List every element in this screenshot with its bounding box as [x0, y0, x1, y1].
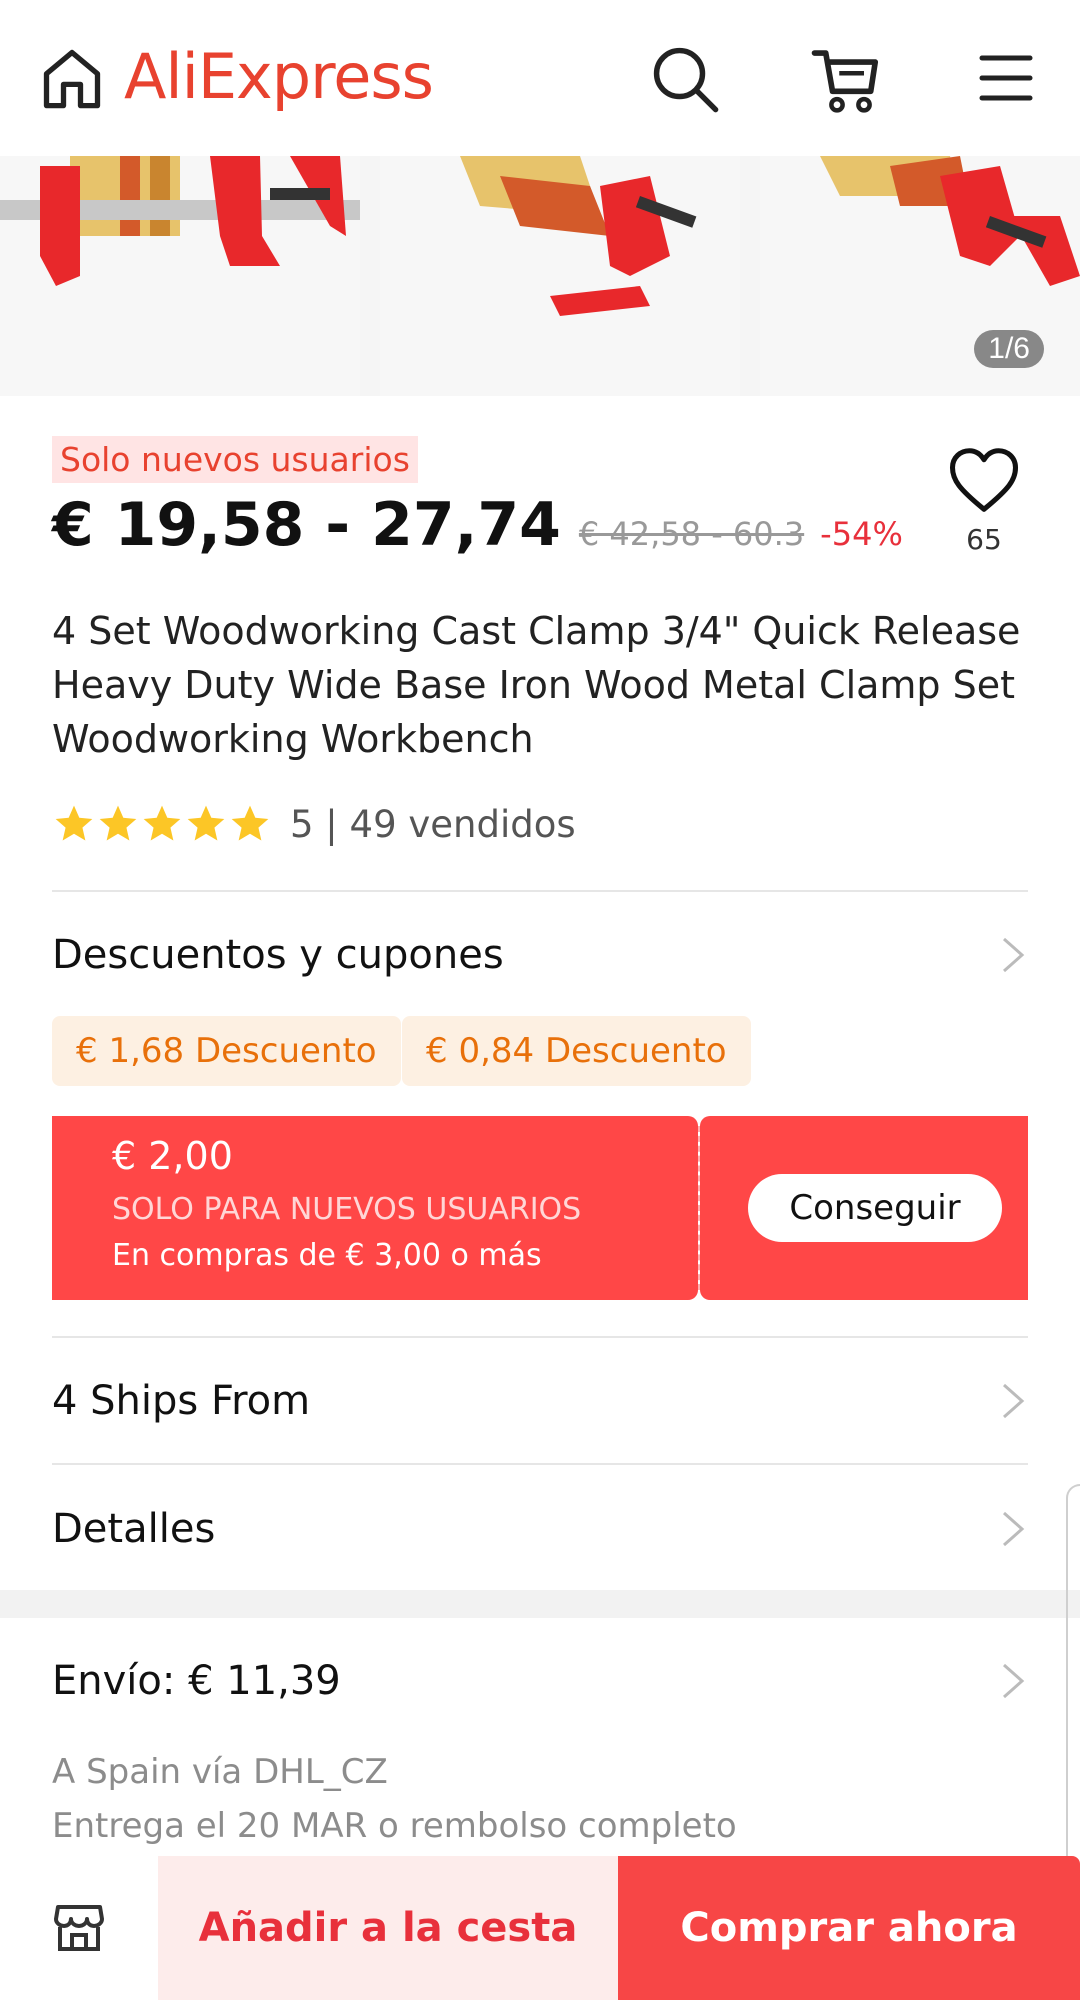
discounts-label: Descuentos y cupones: [52, 932, 504, 978]
store-button[interactable]: [0, 1856, 158, 2000]
bottom-action-bar: Añadir a la cesta Comprar ahora: [0, 1856, 1080, 2000]
ships-from-row[interactable]: 4 Ships From: [52, 1376, 1028, 1426]
new-user-coupon: € 2,00 SOLO PARA NUEVOS USUARIOS En comp…: [46, 1116, 1034, 1300]
heart-icon: [949, 448, 1019, 512]
price-row: € 19,58 - 27,74 € 42,58 - 60.3 -54%: [52, 490, 903, 560]
search-icon[interactable]: [650, 44, 720, 114]
shipping-route: A Spain vía DHL_CZ: [52, 1752, 388, 1792]
original-price: € 42,58 - 60.3: [578, 515, 805, 553]
discounts-row[interactable]: Descuentos y cupones: [52, 930, 1028, 980]
details-label: Detalles: [52, 1506, 216, 1552]
coupon-condition: En compras de € 3,00 o más: [112, 1238, 542, 1273]
coupon-perforation: [1022, 1122, 1034, 1294]
buy-now-button[interactable]: Comprar ahora: [618, 1856, 1080, 2000]
product-image[interactable]: [0, 156, 360, 396]
discount-chip[interactable]: € 0,84 Descuento: [402, 1016, 751, 1086]
chevron-right-icon: [1003, 1511, 1025, 1547]
product-image-gallery[interactable]: 1/6: [0, 156, 1080, 396]
coupon-action: Conseguir: [700, 1116, 1034, 1300]
chevron-right-icon: [1003, 937, 1025, 973]
home-icon[interactable]: [38, 44, 106, 112]
wishlist-button[interactable]: 65: [944, 446, 1024, 556]
divider: [52, 1336, 1028, 1338]
coupon-title: SOLO PARA NUEVOS USUARIOS: [112, 1192, 582, 1227]
get-coupon-button[interactable]: Conseguir: [748, 1174, 1002, 1242]
menu-icon[interactable]: [978, 50, 1034, 106]
divider: [52, 890, 1028, 892]
new-users-tag: Solo nuevos usuarios: [52, 436, 418, 483]
shipping-delivery: Entrega el 20 MAR o rembolso completo: [52, 1806, 737, 1846]
rating-stars: [52, 802, 272, 846]
aliexpress-logo[interactable]: AliExpress: [124, 40, 434, 113]
rating-and-sold: 5 | 49 vendidos: [290, 802, 576, 846]
image-pager: 1/6: [974, 330, 1044, 368]
floating-panel-edge: [1066, 1484, 1080, 1884]
chevron-right-icon: [1003, 1663, 1025, 1699]
details-row[interactable]: Detalles: [52, 1504, 1028, 1554]
coupon-info: € 2,00 SOLO PARA NUEVOS USUARIOS En comp…: [46, 1116, 698, 1300]
store-icon: [54, 1905, 104, 1951]
discount-percent: -54%: [820, 515, 903, 553]
coupon-perforation: [46, 1122, 58, 1294]
star-icon: [143, 805, 181, 841]
product-title: 4 Set Woodworking Cast Clamp 3/4" Quick …: [52, 609, 1021, 761]
shipping-label: Envío: € 11,39: [52, 1658, 341, 1704]
cart-icon[interactable]: [810, 44, 882, 116]
coupon-amount: € 2,00: [112, 1134, 233, 1178]
section-separator: [0, 1590, 1080, 1618]
discount-chip[interactable]: € 1,68 Descuento: [52, 1016, 401, 1086]
rating-row[interactable]: 5 | 49 vendidos: [52, 802, 576, 846]
product-image[interactable]: [380, 156, 740, 396]
wishlist-count: 65: [966, 523, 1002, 556]
chevron-right-icon: [1003, 1383, 1025, 1419]
price: € 19,58 - 27,74: [52, 490, 561, 560]
star-icon: [187, 805, 225, 841]
add-to-cart-button[interactable]: Añadir a la cesta: [158, 1856, 618, 2000]
star-icon: [231, 805, 269, 841]
star-icon: [55, 805, 93, 841]
shipping-row[interactable]: Envío: € 11,39: [52, 1656, 1028, 1706]
top-header: AliExpress: [0, 0, 1080, 156]
star-icon: [99, 805, 137, 841]
divider: [52, 1463, 1028, 1465]
ships-from-label: 4 Ships From: [52, 1378, 311, 1424]
